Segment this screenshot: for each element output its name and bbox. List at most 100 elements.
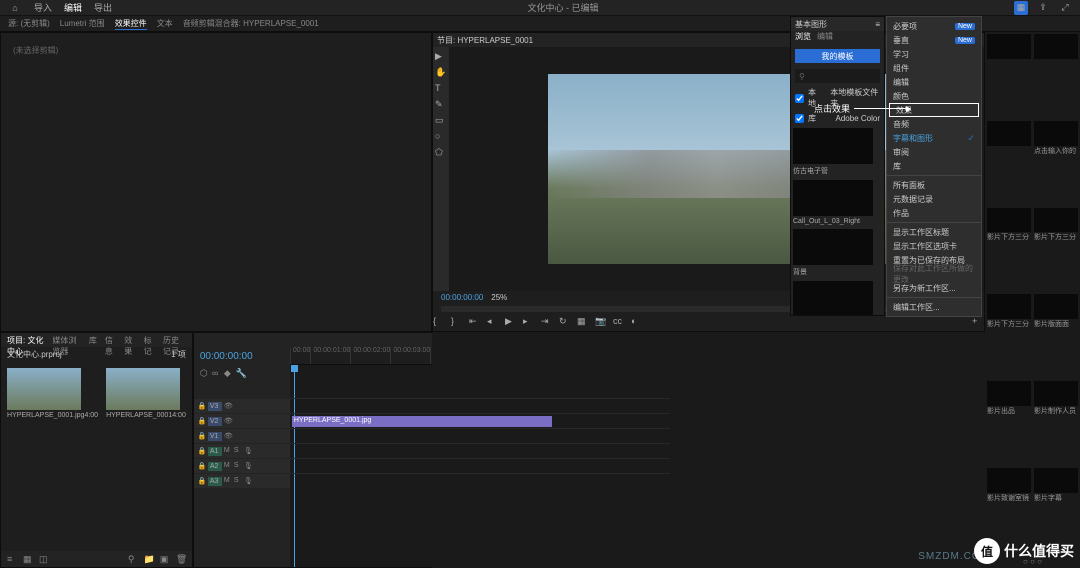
template-item[interactable]: Call_Out_L_03_Right (793, 180, 882, 225)
step-back-icon[interactable]: ◂ (487, 316, 499, 328)
timeline-clip[interactable]: HYPERLAPSE_0001.jpg (292, 416, 552, 427)
tab-source[interactable]: 源: (无剪辑) (8, 18, 50, 29)
freeform-icon[interactable]: ◫ (39, 554, 49, 564)
menu-item-learning[interactable]: 学习 (887, 47, 981, 61)
mark-out-icon[interactable]: } (451, 316, 463, 328)
nav-import[interactable]: 导入 (34, 1, 52, 14)
timeline-timecode[interactable]: 00:00:00:00 (194, 347, 290, 366)
loop-icon[interactable]: ↻ (559, 316, 571, 328)
template-item[interactable] (987, 121, 1031, 205)
tab-project[interactable]: 项目: 文化中心 (7, 335, 44, 345)
cc-icon[interactable]: cc (613, 316, 625, 328)
menu-item-vertical[interactable]: 垂直New (887, 33, 981, 47)
tab-audio-mixer[interactable]: 音频剪辑混合器: HYPERLAPSE_0001 (183, 18, 319, 29)
play-icon[interactable]: ▶ (505, 316, 517, 328)
track-header-v2[interactable]: 🔒V2👁 (194, 414, 290, 428)
eg-tab-edit[interactable]: 编辑 (817, 31, 833, 45)
nav-edit[interactable]: 编辑 (64, 1, 82, 14)
trash-icon[interactable]: 🗑 (176, 554, 186, 564)
select-tool-icon[interactable]: ▶ (435, 51, 447, 63)
program-tab[interactable]: 节目: HYPERLAPSE_0001 (437, 35, 533, 46)
template-item[interactable]: 仿古电子管 (793, 128, 882, 176)
nav-export[interactable]: 导出 (94, 1, 112, 14)
share-icon[interactable]: ⇪ (1036, 1, 1050, 15)
tab-lumetri[interactable]: Lumetri 范围 (60, 18, 105, 29)
menu-item-audio[interactable]: 音频 (887, 117, 981, 131)
add-btn-icon[interactable]: + (972, 316, 984, 328)
program-tc-in[interactable]: 00:00:00:00 (441, 293, 483, 302)
menu-item-review[interactable]: 审阅 (887, 145, 981, 159)
home-icon[interactable]: ⌂ (8, 1, 22, 15)
fullscreen-icon[interactable]: ⤢ (1058, 1, 1072, 15)
tab-effects[interactable]: 效果 (124, 335, 135, 345)
track-header-a2[interactable]: 🔒A2MS🎙 (194, 459, 290, 473)
vr-icon[interactable]: ◐ (631, 316, 643, 328)
tab-text[interactable]: 文本 (157, 18, 173, 29)
pen-tool-icon[interactable]: ✎ (435, 99, 447, 111)
eg-tab-browse[interactable]: 浏览 (795, 31, 811, 45)
menu-item-production[interactable]: 作品 (887, 206, 981, 220)
mark-in-icon[interactable]: { (433, 316, 445, 328)
menu-item-essentials[interactable]: 必要项New (887, 19, 981, 33)
marker-icon[interactable]: ◆ (224, 368, 233, 377)
project-item[interactable]: HYPERLAPSE_0001.jpg4:00 (7, 368, 98, 545)
link-icon[interactable]: ∞ (212, 368, 221, 377)
track-header-v3[interactable]: 🔒V3👁 (194, 399, 290, 413)
new-item-icon[interactable]: ▣ (160, 554, 170, 564)
search-icon[interactable]: ⚲ (128, 554, 138, 564)
timeline-tracks-area[interactable]: HYPERLAPSE_0001.jpg (290, 365, 670, 567)
zoom-level[interactable]: 25% (491, 293, 507, 302)
template-item[interactable]: 影片制作人员 (1034, 381, 1078, 465)
tab-markers[interactable]: 标记 (144, 335, 155, 345)
eg-search-input[interactable]: ⚲ (795, 69, 880, 83)
hand-tool-icon[interactable]: ✋ (435, 67, 447, 79)
track-header-a3[interactable]: 🔒A3MS🎙 (194, 474, 290, 488)
tab-effect-controls[interactable]: 效果控件 (115, 18, 147, 30)
panel-menu-icon[interactable]: ≡ (875, 20, 880, 29)
template-item[interactable]: 影片版面面 (1034, 294, 1078, 378)
template-item[interactable]: 影片下方三分之一幕左两行 (987, 294, 1031, 378)
icon-view-icon[interactable]: ▦ (23, 554, 33, 564)
menu-item-show-ws-title[interactable]: 显示工作区标题 (887, 225, 981, 239)
tab-history[interactable]: 历史记录 (163, 335, 186, 345)
template-item[interactable]: 点击输入你的标题 (1034, 121, 1078, 205)
template-item[interactable] (1034, 34, 1078, 118)
menu-item-color[interactable]: 颜色 (887, 89, 981, 103)
goto-out-icon[interactable]: ⇥ (541, 316, 553, 328)
template-item[interactable]: 背景 (793, 229, 882, 277)
template-item[interactable]: 影片下方三分之一幕和两行 (987, 208, 1031, 292)
tab-libraries[interactable]: 库 (89, 335, 97, 345)
type-tool-icon[interactable]: T (435, 83, 447, 95)
new-bin-icon[interactable]: 📁 (144, 554, 154, 564)
template-item[interactable]: 影片下方三分之一幕名 (1034, 208, 1078, 292)
step-fwd-icon[interactable]: ▸ (523, 316, 535, 328)
poly-tool-icon[interactable]: ⬠ (435, 147, 447, 159)
template-item[interactable] (987, 34, 1031, 118)
safe-icon[interactable]: ▦ (577, 316, 589, 328)
menu-item-editing[interactable]: 编辑 (887, 75, 981, 89)
menu-item-assembly[interactable]: 组件 (887, 61, 981, 75)
list-view-icon[interactable]: ≡ (7, 554, 17, 564)
template-item[interactable]: 影片出品 (987, 381, 1031, 465)
snap-icon[interactable]: ⬡ (200, 368, 209, 377)
ellipse-tool-icon[interactable]: ○ (435, 131, 447, 143)
my-templates-button[interactable]: 我的模板 (795, 49, 880, 63)
menu-item-all-panels[interactable]: 所有面板 (887, 178, 981, 192)
track-header-v1[interactable]: 🔒V1👁 (194, 429, 290, 443)
local-checkbox[interactable] (795, 94, 804, 103)
menu-item-captions-graphics[interactable]: 字幕和图形✓ (887, 131, 981, 145)
rect-tool-icon[interactable]: ▭ (435, 115, 447, 127)
menu-item-metalogging[interactable]: 元数据记录 (887, 192, 981, 206)
goto-in-icon[interactable]: ⇤ (469, 316, 481, 328)
menu-item-libraries[interactable]: 库 (887, 159, 981, 173)
template-item[interactable]: 基本标题 (793, 281, 882, 315)
wrench-icon[interactable]: 🔧 (236, 368, 245, 377)
tab-media-browser[interactable]: 媒体浏览器 (52, 335, 81, 345)
project-item[interactable]: HYPERLAPSE_00014:00 (106, 368, 186, 545)
menu-item-show-ws-tabs[interactable]: 显示工作区选项卡 (887, 239, 981, 253)
project-items[interactable]: HYPERLAPSE_0001.jpg4:00 HYPERLAPSE_00014… (1, 362, 192, 551)
tab-info[interactable]: 信息 (105, 335, 116, 345)
menu-item-edit-ws[interactable]: 编辑工作区... (887, 300, 981, 314)
export-frame-icon[interactable]: 📷 (595, 316, 607, 328)
track-header-a1[interactable]: 🔒A1MS🎙 (194, 444, 290, 458)
